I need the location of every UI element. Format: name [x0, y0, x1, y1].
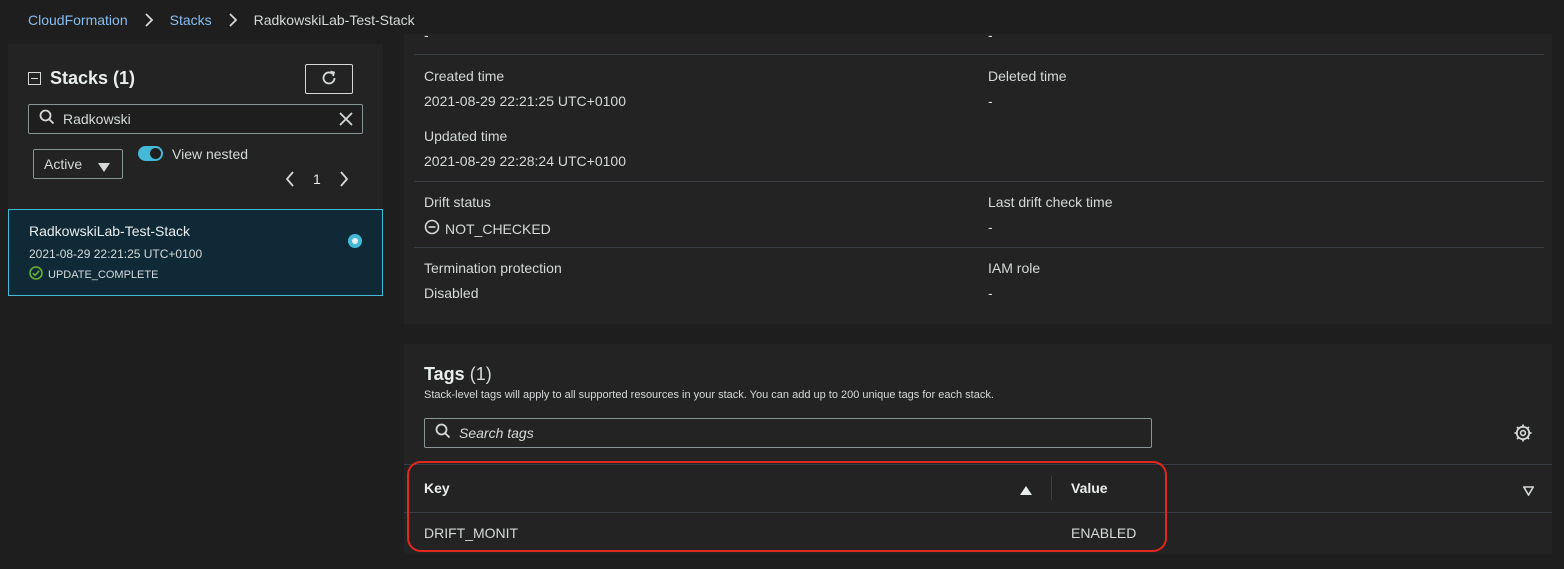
tags-panel	[404, 344, 1552, 554]
close-icon[interactable]	[338, 111, 354, 132]
drift-status-label: Drift status	[424, 194, 491, 210]
status-filter-select[interactable]: Active	[33, 149, 123, 179]
stack-list-item[interactable]: RadkowskiLab-Test-Stack 2021-08-29 22:21…	[8, 209, 383, 296]
stack-status: UPDATE_COMPLETE	[29, 266, 158, 283]
column-divider[interactable]	[1051, 476, 1052, 500]
updated-time-label: Updated time	[424, 128, 508, 144]
breadcrumb-stacks-link[interactable]: Stacks	[170, 12, 212, 28]
view-nested-label: View nested	[172, 146, 249, 162]
chevron-right-icon	[228, 13, 238, 27]
tag-key-cell: DRIFT_MONIT	[424, 525, 519, 541]
top-left-value: -	[424, 27, 429, 43]
divider	[414, 54, 1544, 55]
divider	[414, 181, 1544, 182]
stacks-search-box	[28, 104, 363, 134]
termination-protection-label: Termination protection	[424, 260, 562, 276]
chevron-right-icon[interactable]	[339, 171, 349, 187]
tags-title-text: Tags	[424, 364, 465, 384]
tags-search-box	[424, 418, 1152, 448]
tags-search-input[interactable]	[459, 425, 1139, 441]
breadcrumb-current: RadkowskiLab-Test-Stack	[253, 12, 415, 28]
sort-asc-icon[interactable]	[1020, 483, 1032, 501]
stacks-panel-header: Stacks (1)	[28, 68, 135, 89]
top-right-value: -	[988, 27, 993, 43]
pagination: 1	[285, 169, 349, 189]
created-time-value: 2021-08-29 22:21:25 UTC+0100	[424, 93, 626, 109]
chevron-right-icon	[144, 13, 154, 27]
search-icon	[39, 109, 55, 130]
status-filter-value: Active	[44, 156, 83, 172]
caret-down-icon	[98, 160, 110, 176]
drift-status-value: NOT_CHECKED	[445, 220, 551, 237]
tag-value-cell: ENABLED	[1071, 525, 1137, 541]
chevron-left-icon[interactable]	[285, 171, 295, 187]
stacks-search-input[interactable]	[63, 111, 323, 127]
stack-name: RadkowskiLab-Test-Stack	[29, 223, 191, 239]
tags-title: Tags (1)	[424, 364, 492, 385]
breadcrumb: CloudFormation Stacks RadkowskiLab-Test-…	[28, 10, 415, 30]
column-header-key[interactable]: Key	[424, 480, 450, 496]
view-nested-toggle[interactable]	[138, 146, 163, 161]
drift-status: NOT_CHECKED	[424, 219, 551, 238]
stack-select-radio[interactable]	[348, 234, 362, 248]
deleted-time-label: Deleted time	[988, 68, 1067, 84]
sort-desc-icon[interactable]	[1522, 483, 1535, 501]
created-time-label: Created time	[424, 68, 505, 84]
last-drift-check-label: Last drift check time	[988, 194, 1113, 210]
page-number[interactable]: 1	[313, 171, 321, 187]
tags-description: Stack-level tags will apply to all suppo…	[424, 389, 994, 401]
search-icon	[435, 423, 451, 444]
column-header-value[interactable]: Value	[1071, 480, 1108, 496]
stack-status-label: UPDATE_COMPLETE	[48, 268, 159, 281]
success-icon	[29, 266, 48, 283]
last-drift-check-value: -	[988, 219, 993, 235]
table-divider	[404, 512, 1552, 513]
iam-role-value: -	[988, 285, 993, 301]
collapse-icon[interactable]	[28, 72, 41, 85]
stack-date: 2021-08-29 22:21:25 UTC+0100	[29, 247, 203, 261]
updated-time-value: 2021-08-29 22:28:24 UTC+0100	[424, 153, 626, 169]
table-divider	[404, 464, 1552, 465]
termination-protection-value: Disabled	[424, 285, 479, 301]
deleted-time-value: -	[988, 93, 993, 109]
settings-icon[interactable]	[1513, 423, 1533, 448]
divider	[414, 247, 1544, 248]
refresh-button[interactable]	[305, 64, 353, 94]
stacks-panel-title: Stacks (1)	[50, 68, 136, 88]
iam-role-label: IAM role	[988, 260, 1041, 276]
not-checked-icon	[424, 219, 445, 238]
tags-count: (1)	[469, 364, 492, 384]
refresh-icon	[320, 69, 338, 90]
stack-details-panel	[404, 34, 1552, 324]
breadcrumb-cloudformation-link[interactable]: CloudFormation	[28, 12, 128, 28]
